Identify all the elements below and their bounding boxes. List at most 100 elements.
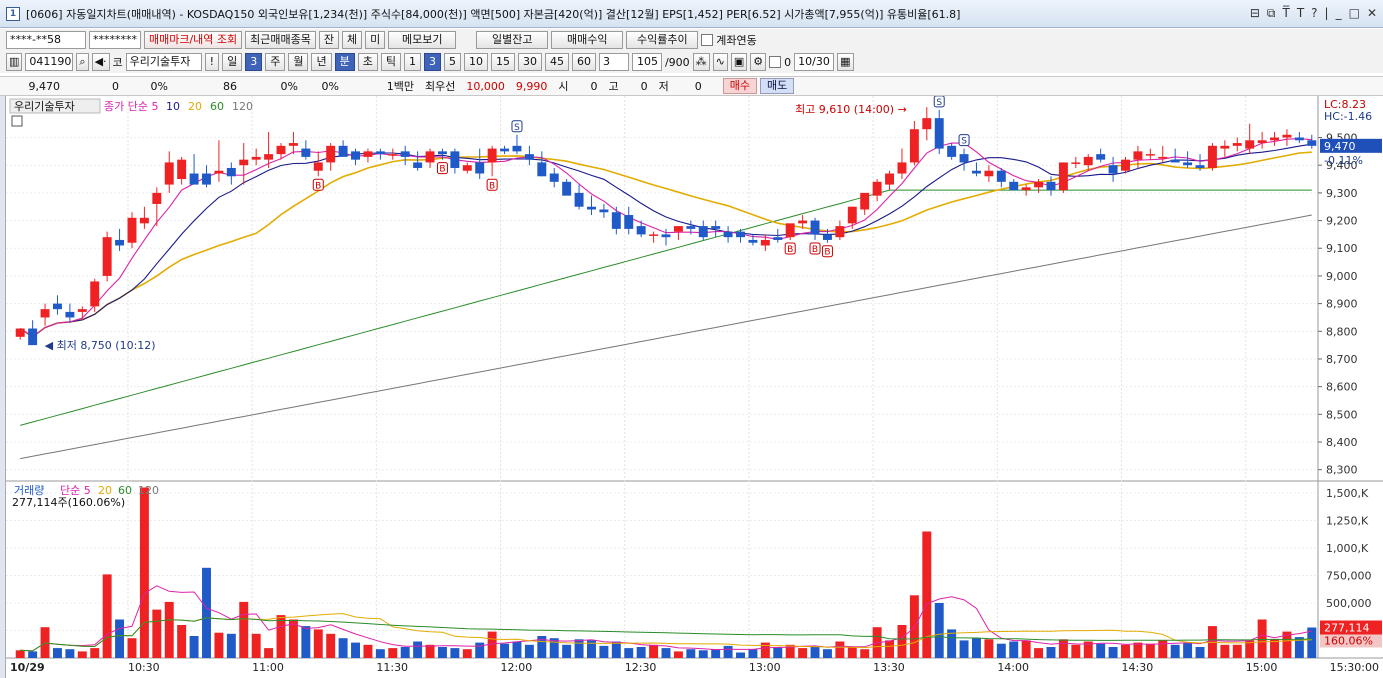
candle-body <box>959 154 969 163</box>
day-button[interactable]: 일 <box>222 53 243 71</box>
candle-body <box>475 162 485 174</box>
interval-45[interactable]: 45 <box>544 53 569 71</box>
day-count-select[interactable]: 3 <box>245 53 263 71</box>
candle-body <box>65 311 75 318</box>
candle-body <box>338 145 348 157</box>
volume-bar <box>90 648 100 658</box>
trade-mark-query-button[interactable]: 매매마크/내역 조회 <box>144 31 243 49</box>
high-value: 0 <box>640 79 648 93</box>
help-icon[interactable]: ? <box>1311 6 1317 21</box>
settings-gear-icon[interactable]: ⚙ <box>750 53 767 71</box>
unfilled-button[interactable]: 미 <box>365 31 386 49</box>
volume-bar <box>798 648 808 658</box>
hc-label: HC:-1.46 <box>1324 110 1372 123</box>
candle-body <box>276 145 286 155</box>
speaker-icon[interactable]: ◀· <box>91 53 110 71</box>
volume-bar <box>388 648 398 658</box>
volume-bar <box>996 643 1006 658</box>
candle-body <box>127 217 137 243</box>
draw-tool-icon[interactable]: ∿ <box>712 53 728 71</box>
volume-bar <box>599 645 609 658</box>
save-icon[interactable]: ▣ <box>730 53 748 71</box>
volume-bar <box>661 648 671 658</box>
profit-trend-button[interactable]: 수익률추이 <box>626 31 699 49</box>
volume-bar <box>810 647 820 658</box>
layout-icon[interactable]: ⊟ <box>1250 6 1260 21</box>
candle-body <box>1058 162 1068 191</box>
interval-30[interactable]: 30 <box>517 53 542 71</box>
candle-body <box>909 129 919 163</box>
interval-1[interactable]: 1 <box>403 53 421 71</box>
memo-view-button[interactable]: 메모보기 <box>388 31 457 49</box>
period-year[interactable]: 년 <box>311 53 332 71</box>
volume-bar <box>972 638 981 658</box>
period-second[interactable]: 초 <box>357 53 378 71</box>
period-week[interactable]: 주 <box>265 53 286 71</box>
candle-body <box>972 170 981 174</box>
symbol-toolbar: ▥ 041190 ⌕ ◀· 코 우리기술투자 ! 일 3 주 월 년 분 초 틱… <box>0 51 1383 73</box>
candle-body <box>773 237 783 240</box>
candle-count-field[interactable]: 105 <box>631 53 662 71</box>
candle-body <box>90 281 100 307</box>
close-icon[interactable]: ✕ <box>1367 6 1377 21</box>
balance-button[interactable]: 잔 <box>318 31 340 49</box>
candle-body <box>1009 181 1019 191</box>
interval-15[interactable]: 15 <box>490 53 515 71</box>
account-number-field[interactable]: ****-**58 <box>6 31 86 49</box>
period-tick[interactable]: 틱 <box>380 53 401 71</box>
period-minute[interactable]: 분 <box>334 53 355 71</box>
open-label: 시 <box>558 80 569 93</box>
best-ask: 10,000 <box>466 79 505 93</box>
interval-5[interactable]: 5 <box>443 53 461 71</box>
current-price: 9,470 <box>28 79 61 93</box>
volume-bar <box>214 632 224 658</box>
alert-button[interactable]: ! <box>204 53 220 71</box>
minimize-icon[interactable]: _ <box>1336 6 1342 21</box>
candle-body <box>822 234 832 240</box>
time-tick-label: 14:30 <box>1122 661 1154 674</box>
candle-body <box>1158 156 1168 159</box>
panel-toggle-icon[interactable]: ▥ <box>6 53 23 71</box>
candle-body <box>351 151 360 160</box>
recent-trades-button[interactable]: 최근매매종목 <box>245 31 316 49</box>
calendar-icon[interactable]: ▦ <box>837 53 854 71</box>
interval-60[interactable]: 60 <box>571 53 596 71</box>
time-tick-label: 11:30 <box>376 661 408 674</box>
date-field[interactable]: 10/30 <box>794 53 835 71</box>
font-icon[interactable]: T <box>1297 6 1304 21</box>
volume-bar <box>251 633 261 658</box>
indicator-icon[interactable]: ⁂ <box>692 53 710 71</box>
stock-code-field[interactable]: 041190 <box>25 53 74 71</box>
candle-body <box>649 234 659 236</box>
daily-balance-button[interactable]: 일별잔고 <box>476 31 549 49</box>
candle-body <box>996 170 1006 182</box>
restore-split-icon[interactable]: ⧉ <box>1267 6 1276 21</box>
candle-body <box>562 181 572 196</box>
volume-bar <box>77 651 87 658</box>
account-link-checkbox[interactable] <box>701 34 714 46</box>
pin-icon[interactable]: T̅ <box>1282 6 1289 21</box>
candle-body <box>1096 154 1106 160</box>
stock-name-field[interactable]: 우리기술투자 <box>125 53 202 71</box>
date-checkbox[interactable] <box>769 56 782 68</box>
candle-body <box>1108 165 1118 174</box>
interval-3[interactable]: 3 <box>423 53 441 71</box>
period-month[interactable]: 월 <box>288 53 309 71</box>
buy-button[interactable]: 매수 <box>722 78 757 94</box>
search-icon[interactable]: ⌕ <box>76 53 89 71</box>
volume-bar <box>450 648 460 658</box>
interval-10[interactable]: 10 <box>463 53 488 71</box>
best-price-label: 최우선 <box>425 80 456 93</box>
trade-profit-button[interactable]: 매매수익 <box>551 31 624 49</box>
candle-body <box>698 226 708 238</box>
interval-select[interactable]: 3 <box>598 53 629 71</box>
trade-mark-label: B <box>439 165 445 175</box>
candlestick-chart[interactable]: 10/29 10:30 11:00 11:30 12:00 12:30 13:00 13:30… <box>6 96 1383 678</box>
filled-button[interactable]: 체 <box>342 31 363 49</box>
candle-body <box>239 159 249 166</box>
password-field[interactable]: ******** <box>89 31 141 49</box>
time-tick-label: 14:00 <box>997 661 1029 674</box>
sell-button[interactable]: 매도 <box>760 78 795 94</box>
maximize-icon[interactable]: □ <box>1349 6 1360 21</box>
volume-readout: 277,114주(160.06%) <box>12 496 125 509</box>
